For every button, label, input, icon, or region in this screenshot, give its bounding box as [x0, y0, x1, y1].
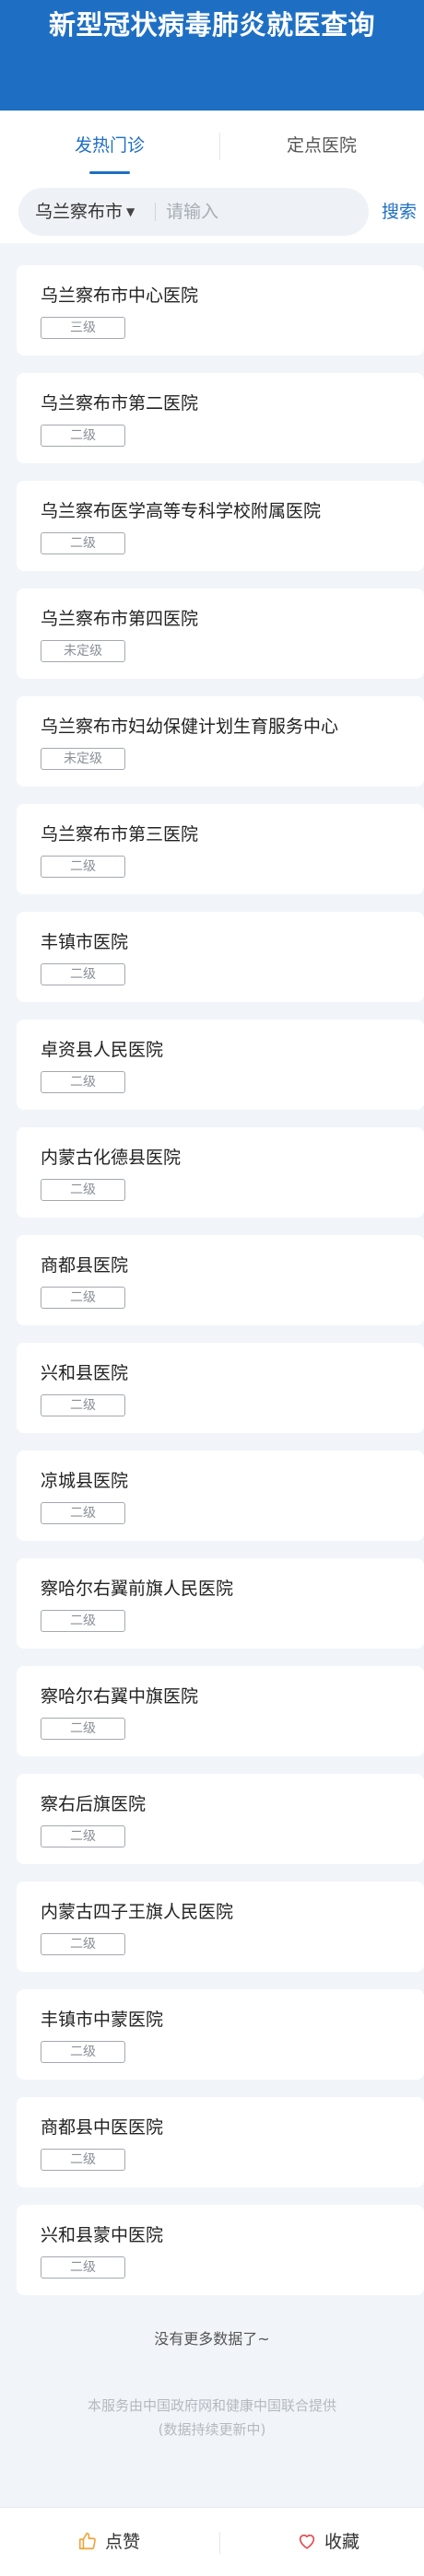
tab-bar: 发热门诊 定点医院 — [0, 111, 424, 182]
hospital-level-badge: 二级 — [41, 1287, 125, 1309]
hospital-card[interactable]: 丰镇市中蒙医院 二级 — [17, 1989, 424, 2080]
hospital-card[interactable]: 察右后旗医院 二级 — [17, 1774, 424, 1864]
hospital-name: 商都县中医医院 — [41, 2117, 164, 2138]
active-tab-indicator — [89, 171, 130, 174]
hospital-name: 商都县医院 — [41, 1255, 129, 1276]
hospital-name: 兴和县医院 — [41, 1363, 129, 1383]
hospital-name: 内蒙古化德县医院 — [41, 1148, 182, 1168]
favorite-label: 收藏 — [324, 2532, 360, 2552]
hospital-card[interactable]: 乌兰察布医学高等专科学校附属医院 二级 — [17, 481, 424, 571]
like-button[interactable]: 点赞 — [77, 2508, 140, 2576]
hospital-name: 乌兰察布市第四医院 — [41, 609, 199, 629]
caret-down-icon: ▼ — [126, 205, 135, 218]
hospital-level-badge: 二级 — [41, 532, 125, 554]
bottom-action-bar: 点赞 收藏 — [0, 2507, 424, 2576]
hospital-card[interactable]: 察哈尔右翼前旗人民医院 二级 — [17, 1558, 424, 1649]
hospital-level-badge: 二级 — [41, 1610, 125, 1632]
hospital-card[interactable]: 乌兰察布市第三医院 二级 — [17, 804, 424, 894]
hospital-level-badge: 二级 — [41, 1394, 125, 1416]
hospital-level-badge: 二级 — [41, 1502, 125, 1524]
hospital-level-badge: 未定级 — [41, 748, 125, 770]
hospital-name: 察哈尔右翼中旗医院 — [41, 1686, 199, 1707]
search-separator — [155, 203, 156, 221]
footer-note: 本服务由中国政府网和健康中国联合提供 (数据持续更新中) — [0, 2394, 424, 2442]
heart-icon — [299, 2535, 315, 2549]
hospital-name: 乌兰察布市第二医院 — [41, 393, 199, 414]
hospital-card[interactable]: 兴和县蒙中医院 二级 — [17, 2205, 424, 2295]
hospital-name: 丰镇市中蒙医院 — [41, 2010, 164, 2030]
hospital-card[interactable]: 丰镇市医院 二级 — [17, 912, 424, 1002]
favorite-button[interactable]: 收藏 — [297, 2508, 359, 2576]
city-selector[interactable]: 乌兰察布市 ▼ — [35, 188, 135, 236]
search-input[interactable] — [166, 193, 359, 230]
hospital-level-badge: 二级 — [41, 2149, 125, 2171]
header-banner: 新型冠状病毒肺炎就医查询 — [0, 0, 424, 111]
like-label: 点赞 — [105, 2532, 141, 2552]
hospital-name: 乌兰察布市第三医院 — [41, 824, 199, 845]
hospital-level-badge: 二级 — [41, 1718, 125, 1740]
hospital-card[interactable]: 商都县医院 二级 — [17, 1235, 424, 1325]
hospital-level-badge: 二级 — [41, 2256, 125, 2279]
page-title: 新型冠状病毒肺炎就医查询 — [48, 9, 375, 41]
hospital-level-badge: 三级 — [41, 317, 125, 339]
hospital-card[interactable]: 卓资县人民医院 二级 — [17, 1020, 424, 1110]
hospital-name: 丰镇市医院 — [41, 932, 129, 952]
hospital-card[interactable]: 乌兰察布市中心医院 三级 — [17, 265, 424, 356]
hospital-name: 凉城县医院 — [41, 1471, 129, 1491]
hospital-level-badge: 二级 — [41, 425, 125, 447]
hospital-card[interactable]: 乌兰察布市妇幼保健计划生育服务中心 未定级 — [17, 696, 424, 787]
hospital-name: 乌兰察布医学高等专科学校附属医院 — [41, 501, 322, 521]
search-button[interactable]: 搜索 — [382, 182, 417, 243]
hospital-card[interactable]: 兴和县医院 二级 — [17, 1343, 424, 1433]
list-end-text: 没有更多数据了~ — [154, 2330, 270, 2348]
hospital-name: 卓资县人民医院 — [41, 1040, 164, 1060]
hospital-level-badge: 二级 — [41, 1071, 125, 1093]
hospital-name: 内蒙古四子王旗人民医院 — [41, 1902, 234, 1922]
hospital-name: 乌兰察布市中心医院 — [41, 286, 199, 306]
hospital-list: 乌兰察布市中心医院 三级 乌兰察布市第二医院 二级 乌兰察布医学高等专科学校附属医院 二级… — [17, 265, 424, 2313]
hospital-card[interactable]: 察哈尔右翼中旗医院 二级 — [17, 1666, 424, 1756]
hospital-name: 乌兰察布市妇幼保健计划生育服务中心 — [41, 717, 339, 737]
hospital-card[interactable]: 乌兰察布市第四医院 未定级 — [17, 589, 424, 679]
hospital-card[interactable]: 凉城县医院 二级 — [17, 1451, 424, 1541]
hospital-card[interactable]: 乌兰察布市第二医院 二级 — [17, 373, 424, 463]
thumbs-up-icon — [78, 2532, 96, 2550]
footer-line-1: 本服务由中国政府网和健康中国联合提供 — [87, 2397, 336, 2414]
hospital-level-badge: 未定级 — [41, 640, 125, 662]
hospital-card[interactable]: 内蒙古化德县医院 二级 — [17, 1127, 424, 1218]
bottom-bar-divider — [219, 2532, 220, 2554]
hospital-name: 察哈尔右翼前旗人民医院 — [41, 1579, 234, 1599]
footer-line-2: (数据持续更新中) — [158, 2421, 266, 2438]
hospital-level-badge: 二级 — [41, 963, 125, 985]
hospital-card[interactable]: 内蒙古四子王旗人民医院 二级 — [17, 1882, 424, 1972]
tab-designated-hospital[interactable]: 定点医院 — [219, 111, 424, 182]
hospital-level-badge: 二级 — [41, 1825, 125, 1847]
hospital-name: 察右后旗医院 — [41, 1794, 147, 1814]
hospital-level-badge: 二级 — [41, 1933, 125, 1955]
hospital-level-badge: 二级 — [41, 856, 125, 878]
hospital-card[interactable]: 商都县中医医院 二级 — [17, 2097, 424, 2187]
hospital-level-badge: 二级 — [41, 1179, 125, 1201]
hospital-name: 兴和县蒙中医院 — [41, 2225, 164, 2245]
search-bar: 乌兰察布市▼ 搜索 — [0, 182, 424, 243]
city-label: 乌兰察布市 — [35, 202, 124, 222]
hospital-level-badge: 二级 — [41, 2041, 125, 2063]
search-box: 乌兰察布市 ▼ — [18, 188, 369, 236]
